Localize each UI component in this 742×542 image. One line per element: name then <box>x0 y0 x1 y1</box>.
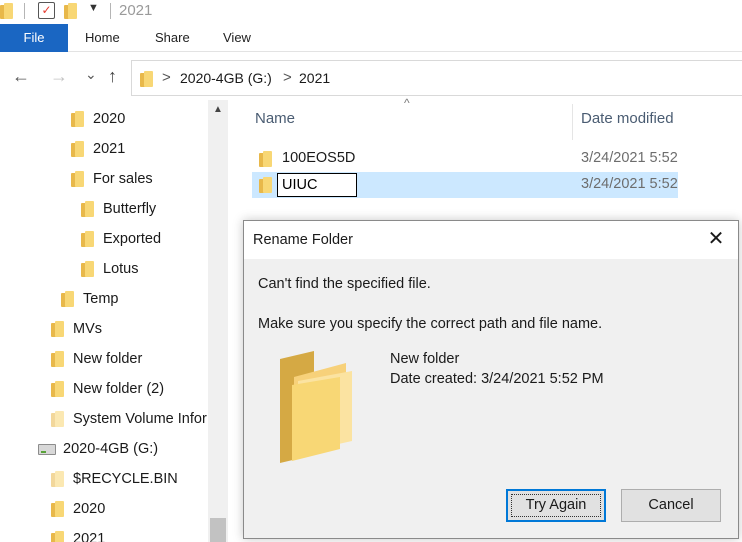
recent-locations-icon[interactable]: ⌄ <box>85 64 97 84</box>
tree-item-label: $RECYCLE.BIN <box>73 471 178 487</box>
tree-item-label: 2020-4GB (G:) <box>63 441 159 457</box>
tab-share[interactable]: Share <box>155 24 190 52</box>
file-name: 100EOS5D <box>282 150 356 166</box>
navigation-scrollbar[interactable]: ▲ <box>208 100 228 542</box>
folder-icon <box>71 171 84 187</box>
tree-item-label: System Volume Infor <box>73 411 207 427</box>
tree-item-label: 2020 <box>93 111 126 127</box>
title-bar: ✓ ▼ 2021 <box>0 0 742 24</box>
column-header-name[interactable]: Name <box>255 110 295 127</box>
breadcrumb-separator[interactable]: > <box>162 69 171 86</box>
folder-icon <box>51 351 64 367</box>
folder-date-created: Date created: 3/24/2021 5:52 PM <box>390 371 604 387</box>
folder-icon <box>51 471 64 487</box>
dialog-title: Rename Folder <box>253 232 353 248</box>
breadcrumb-current[interactable]: 2021 <box>299 70 330 86</box>
tree-item-label: New folder <box>73 351 143 367</box>
folder-icon <box>51 321 64 337</box>
quick-access-dropdown-icon[interactable]: ▼ <box>88 2 99 14</box>
folder-name: New folder <box>390 351 460 367</box>
tab-view[interactable]: View <box>223 24 251 52</box>
error-hint: Make sure you specify the correct path a… <box>258 316 603 332</box>
usb-drive-icon <box>38 444 56 455</box>
ribbon-tabs: File Home Share View <box>0 24 742 52</box>
file-date: 3/24/2021 5:52 <box>581 176 678 192</box>
tree-item-label: Temp <box>83 291 119 307</box>
sort-ascending-icon: ^ <box>404 96 410 110</box>
error-message: Can't find the specified file. <box>258 276 431 292</box>
tree-item-label: Butterfly <box>103 201 157 217</box>
folder-icon <box>259 151 272 167</box>
folder-icon <box>51 381 64 397</box>
close-icon[interactable]: ✕ <box>702 227 730 253</box>
list-item[interactable]: 100EOS5D 3/24/2021 5:52 <box>252 146 678 172</box>
tab-file[interactable]: File <box>0 24 68 52</box>
tree-item-label: 2021 <box>93 141 126 157</box>
tree-item-label: For sales <box>93 171 153 187</box>
file-date: 3/24/2021 5:52 <box>581 150 678 166</box>
list-item-selected[interactable]: 3/24/2021 5:52 <box>252 172 678 198</box>
navigation-bar: ← → ⌄ ↑ > 2020-4GB (G:) > 2021 <box>0 58 742 98</box>
cancel-button[interactable]: Cancel <box>621 489 721 522</box>
new-folder-icon[interactable] <box>64 3 77 19</box>
breadcrumb-drive[interactable]: 2020-4GB (G:) <box>180 70 272 86</box>
toolbar-divider <box>110 3 111 19</box>
tree-item-label: Exported <box>103 231 162 247</box>
folder-icon <box>280 351 352 463</box>
breadcrumb-separator[interactable]: > <box>283 69 292 86</box>
scroll-up-arrow-icon[interactable]: ▲ <box>208 104 228 115</box>
navigation-pane: 2020 2021 For sales Butterfly Exported L… <box>0 100 230 542</box>
back-arrow-icon[interactable]: ← <box>12 66 30 86</box>
folder-icon <box>81 231 94 247</box>
tree-item-label: Lotus <box>103 261 139 277</box>
up-arrow-icon[interactable]: ↑ <box>108 66 117 86</box>
folder-icon <box>140 71 153 87</box>
tab-home[interactable]: Home <box>85 24 120 52</box>
column-divider[interactable] <box>572 104 573 140</box>
tree-item-label: New folder (2) <box>73 381 165 397</box>
tree-item-label: 2021 <box>73 531 106 542</box>
window-title: 2021 <box>119 2 153 19</box>
scrollbar-thumb[interactable] <box>210 518 226 542</box>
tree-item-label: MVs <box>73 321 102 337</box>
dialog-title-bar: Rename Folder ✕ <box>244 221 738 259</box>
column-header-date-modified[interactable]: Date modified <box>581 110 674 127</box>
folder-icon <box>51 501 64 517</box>
folder-icon <box>61 291 74 307</box>
folder-icon <box>51 411 64 427</box>
properties-icon[interactable]: ✓ <box>38 2 55 19</box>
folder-icon <box>81 201 94 217</box>
folder-icon <box>259 177 272 193</box>
tree-item-label: 2020 <box>73 501 106 517</box>
folder-icon <box>0 3 13 19</box>
folder-icon <box>51 531 64 542</box>
rename-folder-dialog: Rename Folder ✕ Can't find the specified… <box>243 220 739 539</box>
folder-icon <box>81 261 94 277</box>
address-bar[interactable]: > 2020-4GB (G:) > 2021 <box>131 60 742 96</box>
try-again-button[interactable]: Try Again <box>506 489 606 522</box>
toolbar-divider <box>24 3 25 19</box>
forward-arrow-icon[interactable]: → <box>50 66 68 86</box>
folder-icon <box>71 111 84 127</box>
rename-input[interactable] <box>277 173 357 197</box>
folder-icon <box>71 141 84 157</box>
